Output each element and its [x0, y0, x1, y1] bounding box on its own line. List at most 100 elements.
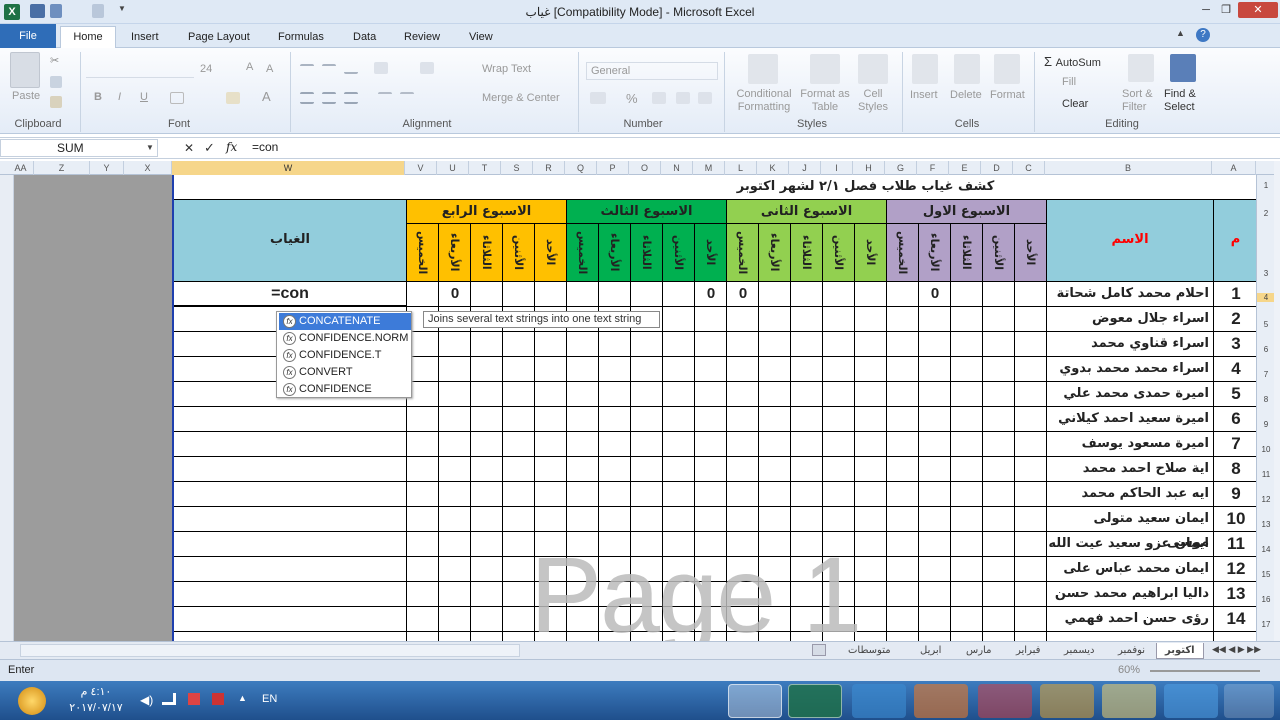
- autocomplete-option[interactable]: fx CONFIDENCE: [279, 381, 411, 398]
- tab-review[interactable]: Review: [398, 27, 446, 48]
- student-name[interactable]: اية صلاح احمد محمد: [1047, 457, 1213, 481]
- week-4-header[interactable]: الاسبوع الرابع: [407, 200, 567, 224]
- sheet-tab-october[interactable]: اكتوبر: [1156, 643, 1204, 659]
- student-name[interactable]: اميرة سعيد احمد كيلاني: [1047, 407, 1213, 431]
- column-header[interactable]: Z: [34, 161, 90, 175]
- column-header[interactable]: B: [1045, 161, 1212, 175]
- action-center-icon[interactable]: [188, 693, 200, 705]
- name-header[interactable]: الاسم: [1047, 200, 1214, 282]
- column-header[interactable]: T: [469, 161, 501, 175]
- merge-center-button[interactable]: Merge & Center: [464, 92, 560, 104]
- insert-cells-icon[interactable]: [912, 54, 938, 84]
- row-header[interactable]: 17: [1257, 620, 1275, 629]
- cell-styles-icon[interactable]: [858, 54, 888, 84]
- student-name[interactable]: اميرة مسعود يوسف: [1047, 432, 1213, 456]
- paste-icon[interactable]: [10, 52, 40, 88]
- column-header[interactable]: AA: [8, 161, 34, 175]
- italic-button[interactable]: I: [118, 91, 121, 103]
- format-painter-icon[interactable]: [50, 96, 62, 108]
- sheet-tab-april[interactable]: ابريل: [912, 643, 949, 659]
- week-2-header[interactable]: الاسبوع الثانى: [727, 200, 887, 224]
- day-header[interactable]: الأربعاء: [599, 224, 631, 282]
- taskbar-ie-icon[interactable]: [1164, 684, 1218, 718]
- student-name[interactable]: ايمان محمد عباس على: [1047, 557, 1213, 581]
- rtl-icon[interactable]: [420, 62, 434, 74]
- tray-flag-icon[interactable]: [212, 693, 224, 705]
- copy-icon[interactable]: [50, 76, 62, 88]
- increase-decimal-icon[interactable]: [676, 92, 690, 104]
- active-cell-edit[interactable]: =con: [174, 282, 407, 306]
- student-index[interactable]: 8: [1214, 457, 1256, 481]
- close-button[interactable]: ✕: [1238, 2, 1278, 18]
- column-header[interactable]: C: [1013, 161, 1045, 175]
- taskbar-app-icon[interactable]: [852, 684, 906, 718]
- column-header[interactable]: Y: [90, 161, 124, 175]
- day-header[interactable]: الثلاثاء: [471, 224, 503, 282]
- student-name[interactable]: رؤى حسن احمد فهمي: [1047, 607, 1213, 631]
- column-header[interactable]: M: [693, 161, 725, 175]
- conditional-formatting-button[interactable]: Conditional Formatting: [732, 88, 796, 114]
- ribbon-minimize-icon[interactable]: ▲: [1176, 28, 1190, 42]
- day-header[interactable]: الثلاثاء: [791, 224, 823, 282]
- delete-cells-icon[interactable]: [954, 54, 980, 84]
- align-right-icon[interactable]: [344, 92, 358, 104]
- formula-input[interactable]: =con: [246, 139, 1266, 157]
- absence-count-cell[interactable]: 0: [727, 282, 759, 306]
- day-header[interactable]: الأحد: [535, 224, 567, 282]
- paste-button-label[interactable]: Paste: [12, 90, 40, 102]
- student-index[interactable]: 10: [1214, 507, 1256, 531]
- sort-filter-button[interactable]: Sort & Filter: [1122, 88, 1162, 114]
- clear-button[interactable]: Clear: [1062, 98, 1088, 110]
- percent-button[interactable]: %: [626, 91, 638, 106]
- tab-page-layout[interactable]: Page Layout: [182, 27, 256, 48]
- taskbar-excel-icon[interactable]: [788, 684, 842, 718]
- accounting-format-icon[interactable]: [590, 92, 606, 104]
- decrease-indent-icon[interactable]: [378, 92, 392, 104]
- volume-icon[interactable]: ◀): [140, 693, 153, 707]
- row-header[interactable]: 9: [1257, 420, 1275, 429]
- tab-data[interactable]: Data: [347, 27, 382, 48]
- network-icon[interactable]: [162, 693, 176, 705]
- borders-icon[interactable]: [170, 92, 184, 104]
- comma-style-icon[interactable]: [652, 92, 666, 104]
- column-header[interactable]: V: [405, 161, 437, 175]
- column-header[interactable]: E: [949, 161, 981, 175]
- align-center-icon[interactable]: [322, 92, 336, 104]
- align-bottom-icon[interactable]: [344, 64, 358, 74]
- vertical-scrollbar[interactable]: [1274, 161, 1280, 641]
- zoom-slider[interactable]: [1150, 670, 1260, 672]
- student-index[interactable]: 9: [1214, 482, 1256, 506]
- sheet-title[interactable]: كشف غياب طلاب فصل ٢/١ لشهر اكتوبر: [174, 175, 1256, 200]
- student-index[interactable]: 12: [1214, 557, 1256, 581]
- sheet-nav-first-icon[interactable]: ◀◀ ◀ ▶ ▶▶: [1212, 644, 1261, 655]
- row-header[interactable]: 5: [1257, 320, 1275, 329]
- column-header[interactable]: S: [501, 161, 533, 175]
- row-header[interactable]: 12: [1257, 495, 1275, 504]
- align-top-icon[interactable]: [300, 64, 314, 74]
- conditional-formatting-icon[interactable]: [748, 54, 778, 84]
- minimize-button[interactable]: ─: [1196, 2, 1216, 18]
- column-header[interactable]: H: [853, 161, 885, 175]
- column-header[interactable]: W: [172, 161, 405, 175]
- column-header[interactable]: I: [821, 161, 853, 175]
- column-header[interactable]: L: [725, 161, 757, 175]
- delete-cells-button[interactable]: Delete: [950, 89, 982, 101]
- absence-count-cell[interactable]: 0: [919, 282, 951, 306]
- insert-function-icon[interactable]: fx: [226, 140, 237, 154]
- cut-icon[interactable]: ✂: [50, 54, 62, 67]
- column-header[interactable]: F: [917, 161, 949, 175]
- day-header[interactable]: الأحد: [695, 224, 727, 282]
- column-header[interactable]: U: [437, 161, 469, 175]
- student-name[interactable]: احلام محمد كامل شحاتة: [1047, 282, 1213, 306]
- tab-view[interactable]: View: [463, 27, 499, 48]
- column-header[interactable]: X: [124, 161, 172, 175]
- student-name[interactable]: اسراء محمد محمد بدوي: [1047, 357, 1213, 381]
- student-name[interactable]: اسراء جلال معوض: [1047, 307, 1213, 331]
- column-header[interactable]: O: [629, 161, 661, 175]
- day-header[interactable]: الأحد: [1015, 224, 1047, 282]
- sheet-tab-march[interactable]: مارس: [958, 643, 999, 659]
- sheet-tab-averages[interactable]: متوسطات: [840, 643, 899, 659]
- column-header[interactable]: P: [597, 161, 629, 175]
- name-box[interactable]: SUM: [0, 139, 158, 157]
- column-header[interactable]: D: [981, 161, 1013, 175]
